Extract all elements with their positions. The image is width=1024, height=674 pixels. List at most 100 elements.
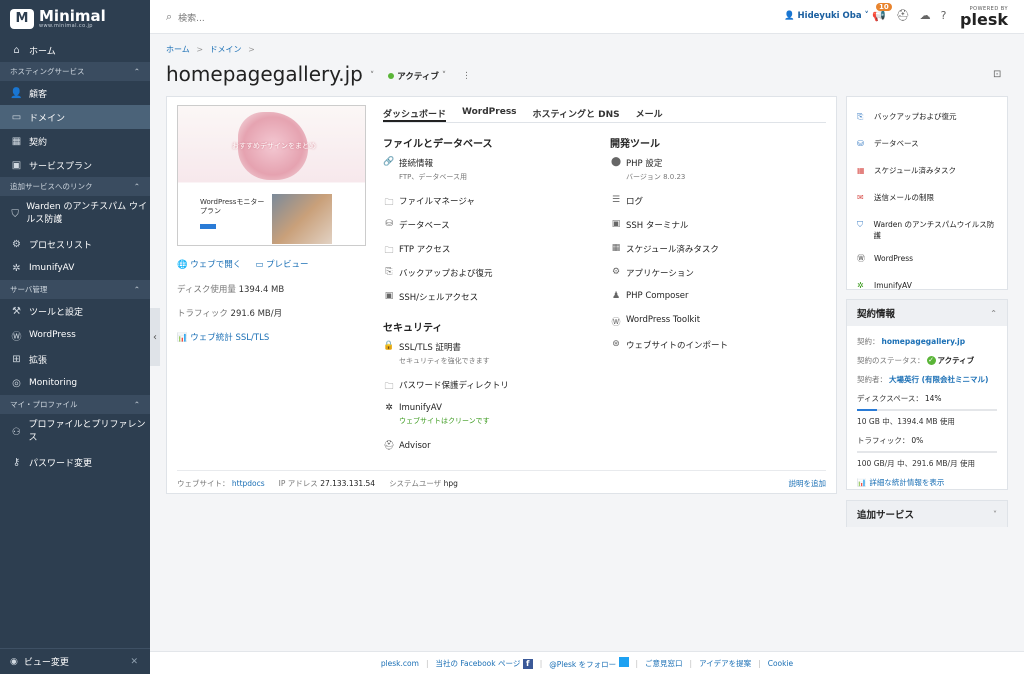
section-hosting[interactable]: ホスティングサービス ⌃ [0,62,150,81]
footer-facebook-link[interactable]: 当社の Facebook ページ f [435,658,533,669]
help-icon[interactable]: ? [941,9,947,22]
sidebar-collapse-handle[interactable]: ‹ [150,308,160,366]
sidebar-item-extensions[interactable]: ⊞ 拡張 [0,347,150,371]
cloud-icon[interactable]: ☁ [920,9,931,22]
tab-wordpress[interactable]: WordPress [462,107,517,122]
quick-links-panel: ⎘ バックアップおよび復元 ⛁ データベース ▦ スケジュール済みタスク ✉ 送信メール… [846,96,1008,290]
ssh-terminal-link[interactable]: ▣ SSH ターミナル [610,219,689,231]
user-icon: 👤 [784,11,798,21]
search-input[interactable]: 検索... [178,11,205,24]
protected-dirs-link[interactable]: 🗀 パスワード保護ディレクトリ [383,379,508,395]
footer-ideas-link[interactable]: アイデアを提案 [699,658,751,669]
docroot-link[interactable]: httpdocs [232,479,265,488]
card-footer: ウェブサイト： httpdocs IP アドレス 27.133.131.54 シ… [177,470,826,489]
web-stats-link[interactable]: 📊 ウェブ統計 SSL/TLS [177,331,269,343]
sidebar-item-tools[interactable]: ⚒ ツールと設定 [0,299,150,323]
advisor-link[interactable]: ⛑ Advisor [383,441,430,451]
domain-dropdown-icon[interactable]: ˅ [370,71,374,81]
quick-scheduled-link[interactable]: ▦ スケジュール済みタスク [847,161,1007,180]
ftp-link[interactable]: 🗀 FTP アクセス [383,243,450,259]
breadcrumb-home[interactable]: ホーム [166,45,190,54]
tab-hosting-dns[interactable]: ホスティングと DNS [533,107,620,122]
ssl-link[interactable]: 🔒 SSL/TLS 証明書 セキュリティを強化できます [383,341,489,366]
chevron-down-icon: ˅ [861,11,869,21]
gear-icon: ✲ [385,403,393,413]
imunify-link[interactable]: ✲ ImunifyAV ウェブサイトはクリーンです [383,403,489,426]
wordpress-icon: Ⓦ [611,318,621,328]
quick-backup-link[interactable]: ⎘ バックアップおよび復元 [847,107,1007,126]
close-icon[interactable]: ✕ [130,657,138,667]
quick-databases-link[interactable]: ⛁ データベース [847,134,1007,153]
wp-toolkit-link[interactable]: Ⓦ WordPress Toolkit [610,315,700,328]
quick-wordpress-link[interactable]: Ⓦ WordPress [847,249,1007,268]
chevron-up-icon: ⌃ [133,285,140,294]
plesk-logo[interactable]: POWERED BY plesk [960,6,1008,28]
add-description-link[interactable]: 説明を追加 [789,478,827,489]
section-profile[interactable]: マイ・プロファイル ⌃ [0,395,150,414]
list-icon: ☰ [611,195,621,205]
user-menu[interactable]: 👤 Hideyuki Oba ˅ [784,11,869,21]
subscription-link[interactable]: homepagegallery.jp [882,337,966,346]
tab-dashboard[interactable]: ダッシュボード [383,107,447,122]
screenshot-title: WordPressモニター プラン [200,198,265,215]
breadcrumb-domains[interactable]: ドメイン [210,45,242,54]
key-icon: ⚷ [12,456,21,468]
preview-link[interactable]: ▭ プレビュー [255,258,308,270]
quick-imunify-link[interactable]: ✲ ImunifyAV [847,276,1007,295]
databases-link[interactable]: ⛁ データベース [383,219,449,231]
php-settings-link[interactable]: ⬤ PHP 設定 バージョン 8.0.23 [610,157,685,182]
sidebar-item-wordpress[interactable]: Ⓦ WordPress [0,323,150,347]
section-links[interactable]: 追加サービスへのリンク ⌃ [0,177,150,196]
applications-link[interactable]: ⚙ アプリケーション [610,267,694,279]
sidebar-item-warden[interactable]: ⛉ Warden のアンチスパム ウイルス防護 [0,196,150,232]
footer-cookie-link[interactable]: Cookie [768,659,793,668]
advisor-icon: ⛑ [383,441,395,451]
sidebar-item-processes[interactable]: ⚙ プロセスリスト [0,232,150,256]
footer-contact-link[interactable]: ご意見窓口 [645,658,683,669]
sidebar-item-imunify[interactable]: ✲ ImunifyAV [0,256,150,280]
file-manager-link[interactable]: 🗀 ファイルマネージャ [383,195,474,211]
link-icon: 🔗 [383,157,395,167]
backup-link[interactable]: ⎘ バックアップおよび復元 [383,267,492,279]
page-title: homepagegallery.jp [166,62,363,86]
status-badge[interactable]: アクティブ ˅ [388,70,446,82]
sidebar-item-home[interactable]: ⌂ ホーム [0,38,150,62]
panel-toggle-icon[interactable]: ⊡ [993,69,1001,80]
mail-icon: ✉ [857,193,864,202]
footer-plesk-link[interactable]: plesk.com [381,659,419,668]
composer-link[interactable]: ♟ PHP Composer [610,291,689,301]
sidebar-item-service-plans[interactable]: ▣ サービスプラン [0,153,150,177]
additional-services-header[interactable]: 追加サービス ˅ [847,501,1007,527]
subscription-panel-header[interactable]: 契約情報 ⌃ [847,300,1007,326]
detailed-stats-link[interactable]: 📊 詳細な統計情報を表示 [847,473,1007,492]
view-change-button[interactable]: ◉ ビュー変更 ✕ [0,648,150,674]
check-icon: ✓ [926,356,936,365]
sidebar-item-monitoring[interactable]: ◎ Monitoring [0,371,150,395]
calendar-icon: ▦ [857,166,865,175]
sidebar-item-password[interactable]: ⚷ パスワード変更 [0,450,150,474]
more-icon[interactable]: ⋮ [462,71,471,81]
wordpress-icon: Ⓦ [11,331,22,343]
notifications-button[interactable]: 📢 10 [872,3,892,22]
open-web-link[interactable]: 🌐 ウェブで開く [177,258,241,270]
logs-link[interactable]: ☰ ログ [610,195,643,207]
sidebar-item-customers[interactable]: 👤 顧客 [0,81,150,105]
sidebar-item-domains[interactable]: ▭ ドメイン [0,105,150,129]
footer-twitter-link[interactable]: @Plesk をフォロー [549,656,629,670]
status-dot [388,73,395,79]
section-server[interactable]: サーバ管理 ⌃ [0,280,150,299]
brand-logo[interactable]: M Minimal www.minimal.co.jp [0,0,150,38]
quick-warden-link[interactable]: ⛉ Warden のアンチスパムウイルス防護 [847,215,1007,245]
sidebar-item-subscriptions[interactable]: ▦ 契約 [0,129,150,153]
site-screenshot[interactable]: おすすめデザインをまとめ WordPressモニター プラン [177,105,366,246]
owner-link[interactable]: 大場英行 (有限会社ミニマル) [889,374,988,385]
ssh-link[interactable]: ▣ SSH/シェルアクセス [383,291,478,303]
search-box[interactable]: ⌕ 検索... [166,10,205,24]
quick-mail-limit-link[interactable]: ✉ 送信メールの制限 [847,188,1007,207]
scheduled-tasks-link[interactable]: ▦ スケジュール済みタスク [610,243,719,255]
tab-mail[interactable]: メール [636,107,663,122]
advisor-icon[interactable]: ⛑ [896,9,910,22]
import-website-link[interactable]: ⊛ ウェブサイトのインポート [610,339,728,351]
sidebar-item-profile[interactable]: ⚇ プロファイルとプリファレンス [0,414,150,450]
connection-info-link[interactable]: 🔗 接続情報 FTP、データベース用 [383,157,467,182]
